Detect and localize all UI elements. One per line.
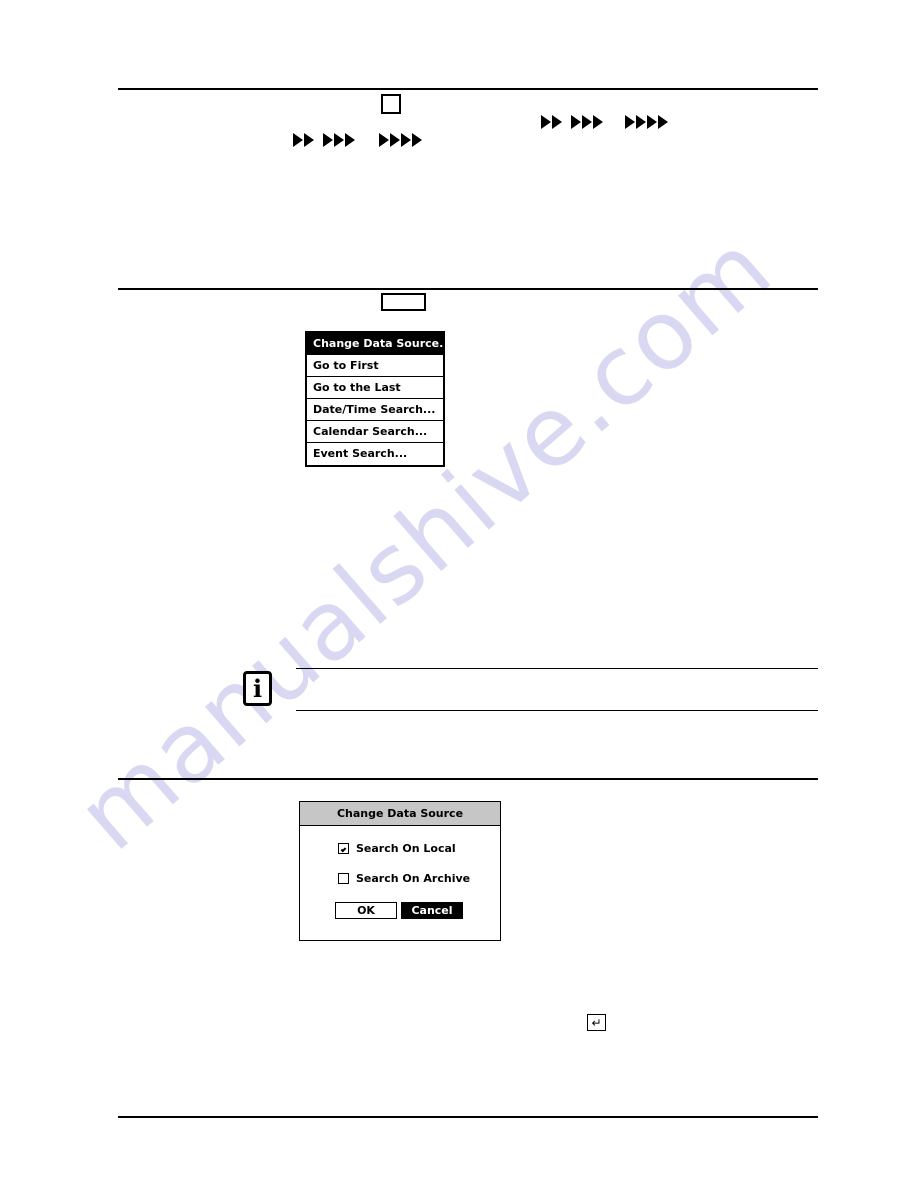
triangle-right-icon: [571, 115, 581, 129]
checkbox-row-search-on-local[interactable]: Search On Local: [338, 842, 500, 855]
menu-item-date-time-search[interactable]: Date/Time Search...: [307, 399, 443, 421]
triangle-right-icon: [541, 115, 551, 129]
checkbox-search-on-archive[interactable]: [338, 873, 349, 884]
info-icon: i: [243, 671, 272, 706]
triangle-right-icon: [379, 133, 389, 147]
dialog-title: Change Data Source: [300, 802, 500, 826]
checkbox-label-search-on-local: Search On Local: [356, 842, 456, 855]
triangle-right-icon: [334, 133, 344, 147]
double-arrow-icon: [293, 133, 314, 147]
menu-item-go-to-first[interactable]: Go to First: [307, 355, 443, 377]
document-page: Change Data Source... Go to First Go to …: [0, 0, 918, 1188]
menu-item-change-data-source[interactable]: Change Data Source...: [307, 333, 443, 355]
section-rule-third: [118, 778, 818, 780]
section-rule-top: [118, 88, 818, 90]
ok-button[interactable]: OK: [335, 902, 397, 919]
change-data-source-dialog: Change Data Source Search On Local Searc…: [299, 801, 501, 941]
double-arrow-icon: [541, 115, 562, 129]
triangle-right-icon: [304, 133, 314, 147]
triangle-right-icon: [345, 133, 355, 147]
triple-arrow-icon: [323, 133, 355, 147]
section-rule-second: [118, 288, 818, 290]
context-menu[interactable]: Change Data Source... Go to First Go to …: [305, 331, 445, 467]
triple-arrow-icon: [571, 115, 603, 129]
triangle-right-icon: [552, 115, 562, 129]
triangle-right-icon: [390, 133, 400, 147]
menu-item-event-search[interactable]: Event Search...: [307, 443, 443, 465]
blank-square-key-icon: [381, 94, 401, 114]
triangle-right-icon: [401, 133, 411, 147]
menu-item-calendar-search[interactable]: Calendar Search...: [307, 421, 443, 443]
triangle-right-icon: [636, 115, 646, 129]
blank-rectangular-key-icon: [381, 293, 426, 311]
triangle-right-icon: [323, 133, 333, 147]
triangle-right-icon: [293, 133, 303, 147]
footer-rule: [118, 1116, 818, 1118]
quad-arrow-icon: [379, 133, 422, 147]
triangle-right-icon: [593, 115, 603, 129]
triangle-right-icon: [412, 133, 422, 147]
enter-key-icon: ↵: [587, 1014, 606, 1031]
note-rule-top: [296, 668, 818, 669]
cancel-button[interactable]: Cancel: [401, 902, 463, 919]
quad-arrow-icon: [625, 115, 668, 129]
checkbox-row-search-on-archive[interactable]: Search On Archive: [338, 872, 500, 885]
note-rule-bottom: [296, 710, 818, 711]
triangle-right-icon: [647, 115, 657, 129]
checkbox-label-search-on-archive: Search On Archive: [356, 872, 471, 885]
triangle-right-icon: [658, 115, 668, 129]
dialog-body: Search On Local Search On Archive OK Can…: [300, 826, 500, 919]
dialog-button-row: OK Cancel: [335, 902, 500, 919]
triangle-right-icon: [582, 115, 592, 129]
triangle-right-icon: [625, 115, 635, 129]
checkbox-search-on-local[interactable]: [338, 843, 349, 854]
menu-item-go-to-the-last[interactable]: Go to the Last: [307, 377, 443, 399]
